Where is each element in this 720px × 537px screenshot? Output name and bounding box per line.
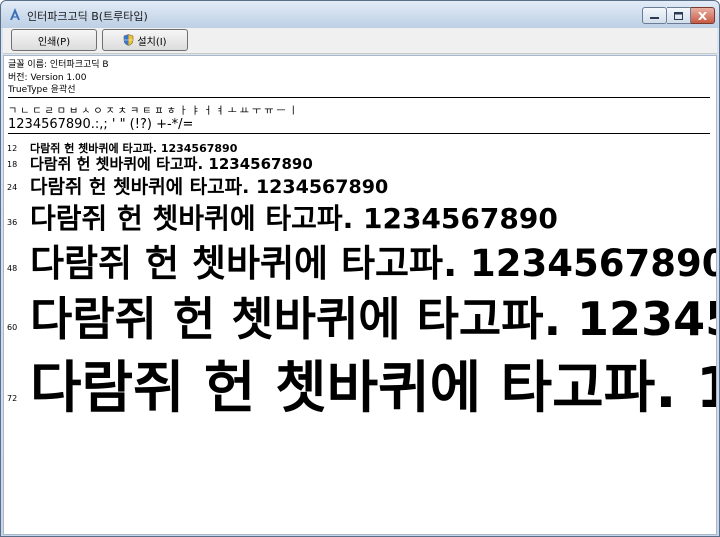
shield-icon	[124, 34, 134, 46]
sample-text: 다람쥐 헌 쳇바퀴에 타고파. 1234567890	[30, 292, 716, 346]
size-label: 48	[7, 264, 18, 273]
sample-row-24: 24 다람쥐 헌 쳇바퀴에 타고파. 1234567890	[4, 172, 716, 198]
divider	[8, 133, 710, 134]
title-bar[interactable]: 인터파크고딕 B(트루타입)	[1, 1, 719, 28]
sample-text: 다람쥐 헌 쳇바퀴에 타고파. 1234567890	[30, 176, 389, 198]
size-label: 12	[7, 144, 18, 153]
size-label: 24	[7, 183, 18, 192]
print-button-label: 인쇄(P)	[37, 36, 71, 48]
sample-row-36: 36 다람쥐 헌 쳇바퀴에 타고파. 1234567890	[4, 197, 716, 235]
size-label: 36	[7, 218, 18, 227]
maximize-icon	[674, 11, 683, 20]
size-label: 60	[7, 323, 18, 332]
toolbar: 인쇄(P) 설치(I)	[3, 28, 717, 54]
sample-text: 다람쥐 헌 쳇바퀴에 타고파. 1234567890	[30, 356, 716, 421]
sample-text: 다람쥐 헌 쳇바퀴에 타고파. 1234567890	[30, 155, 313, 173]
window-title: 인터파크고딕 B(트루타입)	[27, 10, 148, 23]
sample-text: 다람쥐 헌 쳇바퀴에 타고파. 1234567890	[30, 242, 717, 285]
font-preview-area: 글꼴 이름: 인터파크고딕 B 버전: Version 1.00 TrueTyp…	[3, 55, 717, 535]
print-button[interactable]: 인쇄(P)	[11, 29, 97, 51]
sample-row-48: 48 다람쥐 헌 쳇바퀴에 타고파. 1234567890	[4, 233, 716, 285]
font-info: 글꼴 이름: 인터파크고딕 B 버전: Version 1.00 TrueTyp…	[8, 59, 109, 97]
install-button[interactable]: 설치(I)	[102, 29, 188, 51]
charset-jamo: ㄱㄴㄷㄹㅁㅂㅅㅇㅈㅊㅋㅌㅍㅎㅏㅑㅓㅕㅗㅛㅜㅠㅡㅣ	[8, 106, 301, 117]
minimize-button[interactable]	[642, 7, 667, 24]
install-button-label: 설치(I)	[137, 36, 167, 48]
size-label: 72	[7, 394, 18, 403]
sample-row-60: 60 다람쥐 헌 쳇바퀴에 타고파. 1234567890	[4, 283, 716, 346]
close-icon	[698, 11, 707, 20]
maximize-button[interactable]	[667, 7, 691, 24]
minimize-icon	[650, 16, 659, 19]
font-name-line: 글꼴 이름: 인터파크고딕 B	[8, 60, 109, 70]
font-app-icon	[10, 8, 20, 20]
size-label: 18	[7, 160, 18, 169]
divider	[8, 97, 710, 98]
charset-symbols: 1234567890.:,; ' " (!?) +-*/=	[8, 117, 194, 132]
sample-row-72: 72 다람쥐 헌 쳇바퀴에 타고파. 1234567890	[4, 343, 716, 423]
font-version-line: 버전: Version 1.00	[8, 72, 87, 83]
close-button[interactable]	[691, 7, 715, 24]
sample-row-18: 18 다람쥐 헌 쳇바퀴에 타고파. 1234567890	[4, 153, 716, 173]
font-viewer-window: 인터파크고딕 B(트루타입) 인쇄(P) 설치(I) 글꼴 이름: 인터파크고딕…	[0, 0, 720, 537]
font-type-line: TrueType 윤곽선	[8, 85, 76, 95]
sample-text: 다람쥐 헌 쳇바퀴에 타고파. 1234567890	[30, 202, 558, 235]
sample-row-12: 12 다람쥐 헌 쳇바퀴에 타고파. 1234567890	[4, 140, 716, 155]
